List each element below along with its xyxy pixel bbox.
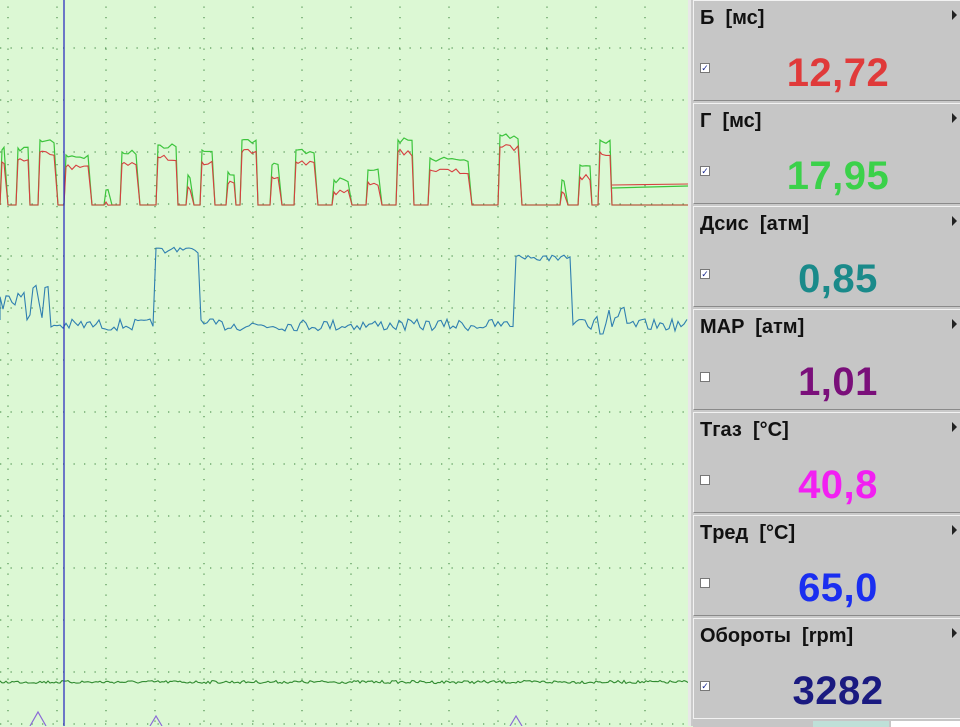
- channel-3[interactable]: Дсис [атм] ✓ 0,85: [693, 206, 960, 307]
- bottom-spikes-trace: [29, 710, 523, 726]
- rail-pressure-trace: [0, 246, 688, 335]
- checkbox-icon[interactable]: ✓: [700, 63, 710, 73]
- channel-name: Б [мс]: [700, 7, 765, 29]
- triangle-right-icon[interactable]: [952, 216, 957, 226]
- channel-1[interactable]: Б [мс] ✓ 12,72: [693, 0, 960, 101]
- checkbox-icon[interactable]: ✓: [700, 681, 710, 691]
- injector-b-trace: [0, 144, 688, 206]
- channel-2[interactable]: Г [мс] ✓ 17,95: [693, 103, 960, 204]
- checkbox-icon[interactable]: ✓: [700, 166, 710, 176]
- triangle-right-icon[interactable]: [952, 628, 957, 638]
- channel-value: 17,95: [786, 154, 890, 198]
- chart-area[interactable]: [0, 0, 688, 726]
- channel-name: Tред [°C]: [700, 522, 796, 544]
- oscillogram-chart[interactable]: [0, 0, 688, 726]
- channel-7[interactable]: Обороты [rpm] ✓ 3282: [693, 618, 960, 719]
- checkbox-icon[interactable]: [700, 578, 710, 588]
- triangle-right-icon[interactable]: [952, 319, 957, 329]
- triangle-right-icon[interactable]: [952, 10, 957, 20]
- triangle-right-icon[interactable]: [952, 525, 957, 535]
- channel-name: Г [мс]: [700, 110, 762, 132]
- channel-name: Дсис [атм]: [700, 213, 809, 235]
- channel-value: 12,72: [786, 51, 890, 95]
- channel-name: Tгаз [°C]: [700, 419, 789, 441]
- channel-4[interactable]: MAP [атм] 1,01: [693, 309, 960, 410]
- channel-value: 1,01: [798, 360, 878, 404]
- channel-6[interactable]: Tред [°C] 65,0: [693, 515, 960, 616]
- injector-g-tail: [611, 185, 688, 189]
- channel-name: Обороты [rpm]: [700, 625, 854, 647]
- channel-5[interactable]: Tгаз [°C] 40,8: [693, 412, 960, 513]
- rpm-trace: [0, 679, 688, 685]
- triangle-right-icon[interactable]: [952, 113, 957, 123]
- checkbox-icon[interactable]: [700, 372, 710, 382]
- footer-field: [891, 721, 960, 727]
- checkbox-icon[interactable]: ✓: [700, 269, 710, 279]
- injector-g-trace: [0, 133, 688, 206]
- footer-indicator: [813, 721, 889, 727]
- channel-value: 3282: [792, 669, 884, 713]
- channel-value: 0,85: [798, 257, 878, 301]
- channel-name: MAP [атм]: [700, 316, 805, 338]
- channel-value: 40,8: [798, 463, 878, 507]
- triangle-right-icon[interactable]: [952, 422, 957, 432]
- checkbox-icon[interactable]: [700, 475, 710, 485]
- channel-panel: Б [мс] ✓ 12,72 Г [мс] ✓ 17,95 Дсис [атм] ✓ 0,85 M…: [688, 0, 960, 727]
- injector-b-tail: [611, 183, 688, 186]
- channel-value: 65,0: [798, 566, 878, 610]
